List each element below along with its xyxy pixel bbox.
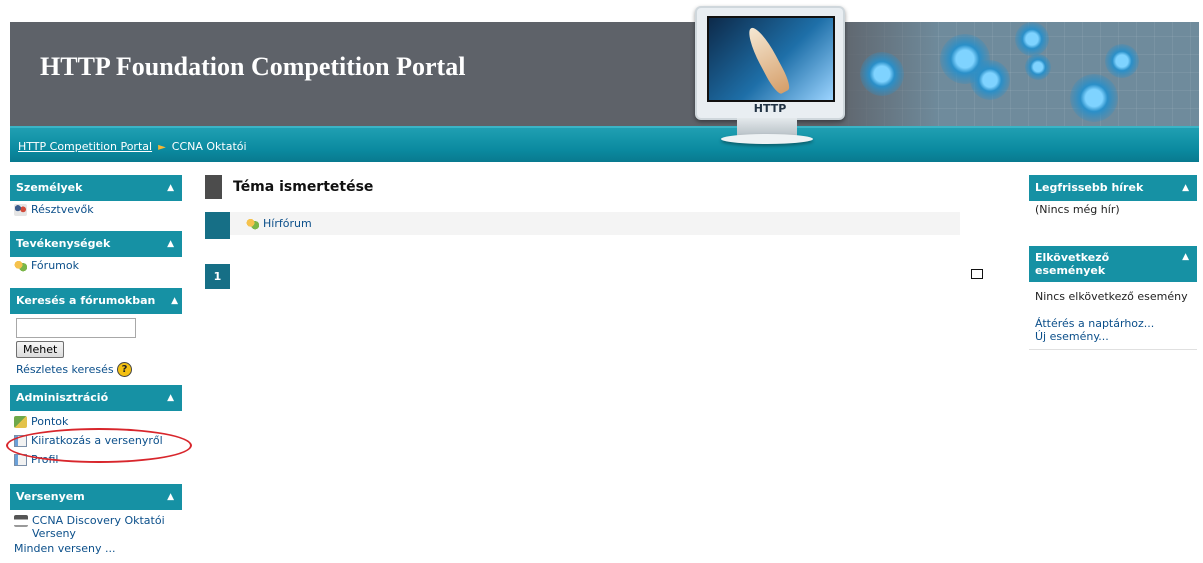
activities-block-title: Tevékenységek [16, 237, 111, 250]
forums-link[interactable]: Fórumok [31, 259, 79, 272]
document-icon [14, 435, 27, 447]
forum-icon [246, 218, 259, 230]
sidebar-item-course[interactable]: CCNA Discovery Oktatói Verseny [14, 514, 178, 540]
course-link[interactable]: CCNA Discovery Oktatói Verseny [32, 514, 178, 540]
news-block: Legfrissebb hírek ▲ (Nincs még hír) [1029, 175, 1197, 216]
world-map-banner [830, 22, 1199, 127]
admin-block: Adminisztráció ▲ Pontok Kiiratkozás a ve… [10, 385, 182, 480]
caret-up-icon[interactable]: ▲ [167, 385, 174, 411]
caret-up-icon[interactable]: ▲ [167, 484, 174, 510]
participants-link[interactable]: Résztvevők [31, 203, 94, 216]
sidebar-item-participants[interactable]: Résztvevők [14, 203, 178, 216]
events-block-title: Elkövetkező események [1035, 251, 1110, 277]
grades-icon [14, 416, 27, 428]
activities-block: Tevékenységek ▲ Fórumok [10, 231, 182, 286]
help-icon[interactable]: ? [117, 362, 133, 377]
no-news-text: (Nincs még hír) [1035, 203, 1120, 216]
people-block: Személyek ▲ Résztvevők [10, 175, 182, 230]
caret-up-icon[interactable]: ▲ [1182, 175, 1189, 201]
monitor-brand-text: HTTP [753, 102, 787, 115]
admin-block-title: Adminisztráció [16, 391, 109, 404]
section-title-marker [205, 175, 222, 199]
my-courses-block: Versenyem ▲ CCNA Discovery Oktatói Verse… [10, 484, 182, 563]
unenrol-link[interactable]: Kiiratkozás a versenyről [31, 434, 163, 447]
events-block: Elkövetkező események ▲ Nincs elkövetkez… [1029, 246, 1197, 350]
caret-up-icon[interactable]: ▲ [167, 231, 174, 257]
breadcrumb-current: CCNA Oktatói [171, 140, 247, 153]
breadcrumb-home-link[interactable]: HTTP Competition Portal [18, 140, 152, 153]
calendar-link[interactable]: Áttérés a naptárhoz... [1035, 317, 1154, 330]
section-number-1[interactable]: 1 [205, 264, 230, 289]
search-block-header: Keresés a fórumokban ▲ [10, 288, 182, 314]
grades-link[interactable]: Pontok [31, 415, 68, 428]
advanced-search-link[interactable]: Részletes keresés [16, 363, 114, 376]
admin-block-header: Adminisztráció ▲ [10, 385, 182, 411]
caret-up-icon[interactable]: ▲ [167, 175, 174, 201]
breadcrumb-arrow-icon: ► [158, 142, 166, 153]
my-courses-block-title: Versenyem [16, 490, 85, 503]
sidebar-item-forums[interactable]: Fórumok [14, 259, 178, 272]
section-side-marker [205, 212, 230, 239]
section-title: Téma ismertetése [233, 179, 374, 195]
people-icon [14, 204, 27, 216]
document-icon [14, 454, 27, 466]
all-courses-link[interactable]: Minden verseny ... [14, 542, 116, 555]
page-header: HTTP Foundation Competition Portal HTTP … [10, 22, 1199, 162]
caret-up-icon[interactable]: ▲ [1182, 251, 1189, 264]
sidebar-item-unenrol[interactable]: Kiiratkozás a versenyről [14, 434, 178, 447]
section-toggle-checkbox[interactable] [971, 269, 983, 279]
search-go-button[interactable]: Mehet [16, 341, 65, 358]
course-icon [14, 515, 28, 527]
monitor-logo: HTTP [693, 4, 845, 154]
no-events-text: Nincs elkövetkező esemény [1035, 290, 1188, 303]
navigation-bar: HTTP Competition Portal ► CCNA Oktatói [10, 126, 1199, 162]
my-courses-block-header: Versenyem ▲ [10, 484, 182, 510]
people-block-title: Személyek [16, 181, 83, 194]
people-block-header: Személyek ▲ [10, 175, 182, 201]
profile-link[interactable]: Profil [31, 453, 58, 466]
breadcrumb: HTTP Competition Portal ► CCNA Oktatói [18, 140, 247, 153]
caret-up-icon[interactable]: ▲ [171, 288, 178, 314]
sidebar-item-grades[interactable]: Pontok [14, 415, 178, 428]
news-forum-link[interactable]: Hírfórum [263, 217, 312, 230]
site-title: HTTP Foundation Competition Portal [40, 52, 466, 81]
forum-icon [14, 260, 27, 272]
search-block: Keresés a fórumokban ▲ Mehet Részletes k… [10, 288, 182, 383]
events-block-header: Elkövetkező események ▲ [1029, 246, 1197, 282]
activities-block-header: Tevékenységek ▲ [10, 231, 182, 257]
news-forum-item[interactable]: Hírfórum [246, 217, 312, 230]
sidebar-item-profile[interactable]: Profil [14, 453, 178, 466]
forum-search-input[interactable] [16, 318, 136, 338]
new-event-link[interactable]: Új esemény... [1035, 330, 1109, 343]
search-block-title: Keresés a fórumokban [16, 294, 156, 307]
news-block-title: Legfrissebb hírek [1035, 181, 1144, 194]
news-block-header: Legfrissebb hírek ▲ [1029, 175, 1197, 201]
section-row [205, 212, 960, 235]
